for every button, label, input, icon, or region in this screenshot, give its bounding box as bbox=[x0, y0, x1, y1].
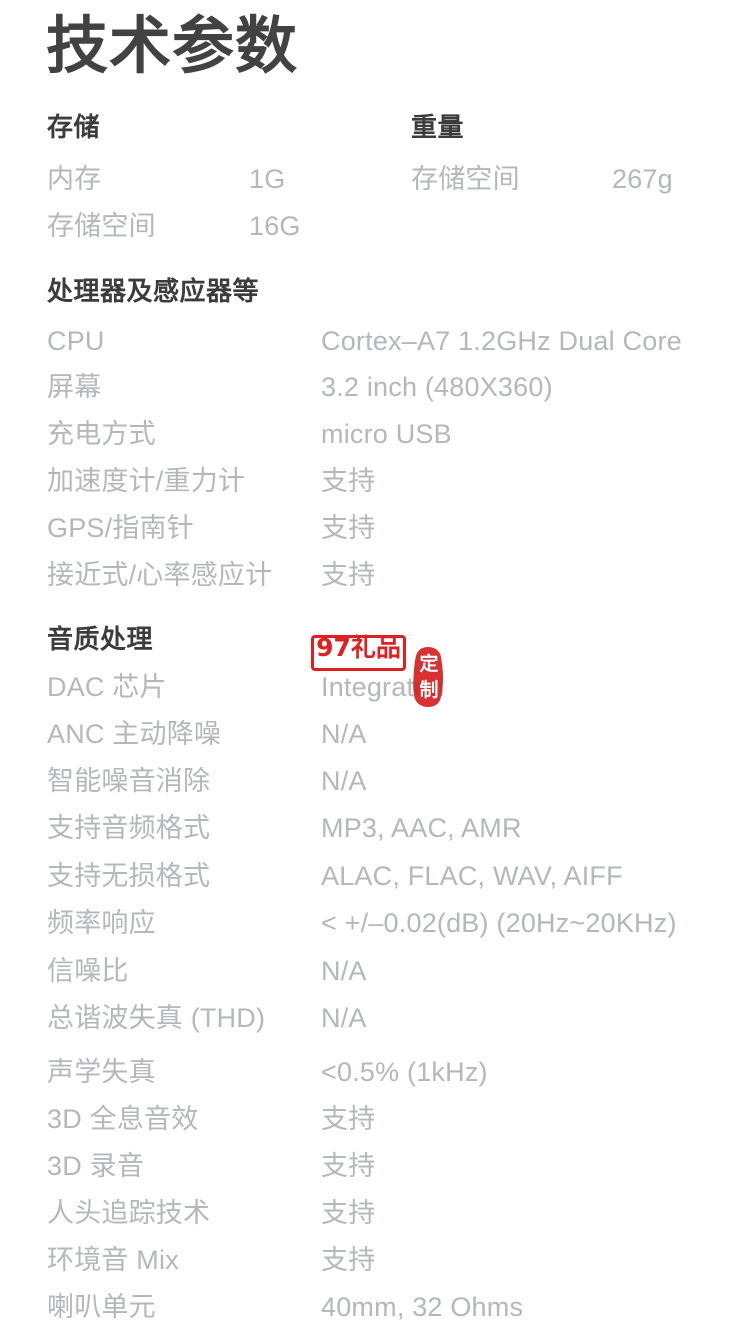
spec-value: 支持 bbox=[321, 513, 376, 543]
section-header-processor: 处理器及感应器等 bbox=[47, 276, 260, 306]
section-header-storage: 存储 bbox=[47, 112, 101, 142]
spec-value: Integrated bbox=[321, 672, 445, 702]
spec-row: 声学失真 <0.5% (1kHz) bbox=[0, 1049, 750, 1096]
spec-value: 267g bbox=[612, 164, 673, 194]
spec-row: DAC 芯片 Integrated bbox=[0, 664, 750, 711]
spec-row: 频率响应 < +/–0.02(dB) (20Hz~20KHz) bbox=[0, 900, 750, 947]
spec-row: 3D 全息音效 支持 bbox=[0, 1096, 750, 1143]
spec-label: 存储空间 bbox=[411, 164, 520, 194]
spec-label: 信噪比 bbox=[47, 956, 129, 986]
spec-value: N/A bbox=[321, 956, 367, 986]
spec-sheet-page: 技术参数 存储 内存 1G 存储空间 16G 重量 存储空间 267g 处理器及… bbox=[0, 0, 750, 1329]
spec-value: N/A bbox=[321, 766, 367, 796]
spec-row: 环境音 Mix 支持 bbox=[0, 1237, 750, 1284]
spec-label: GPS/指南针 bbox=[47, 513, 194, 543]
spec-label: 支持无损格式 bbox=[47, 861, 211, 891]
page-title: 技术参数 bbox=[46, 12, 299, 81]
spec-value: <0.5% (1kHz) bbox=[321, 1057, 488, 1087]
spec-row: 存储空间 16G bbox=[0, 203, 750, 250]
spec-value: 3.2 inch (480X360) bbox=[321, 372, 553, 402]
spec-label: 喇叭单元 bbox=[47, 1292, 156, 1322]
spec-label: 人头追踪技术 bbox=[47, 1198, 211, 1228]
spec-value: MP3, AAC, AMR bbox=[321, 813, 522, 843]
spec-row: 3D 录音 支持 bbox=[0, 1143, 750, 1190]
spec-label: 声学失真 bbox=[47, 1057, 156, 1087]
spec-label: DAC 芯片 bbox=[47, 672, 167, 702]
spec-value: 支持 bbox=[321, 1151, 376, 1181]
spec-label: 充电方式 bbox=[47, 419, 156, 449]
spec-label: 3D 录音 bbox=[47, 1151, 145, 1181]
section-header-audio: 音质处理 bbox=[47, 624, 154, 654]
spec-label: 存储空间 bbox=[47, 211, 156, 241]
spec-label: 3D 全息音效 bbox=[47, 1104, 199, 1134]
spec-label: CPU bbox=[47, 326, 105, 356]
spec-value: micro USB bbox=[321, 419, 452, 449]
watermark-brand-text: 97礼品 bbox=[316, 633, 401, 662]
spec-value: 16G bbox=[249, 211, 301, 241]
spec-row: 总谐波失真 (THD) N/A bbox=[0, 995, 750, 1042]
spec-label: 智能噪音消除 bbox=[47, 766, 211, 796]
spec-row: 喇叭单元 40mm, 32 Ohms bbox=[0, 1284, 750, 1331]
spec-label: 屏幕 bbox=[47, 372, 102, 402]
spec-row: 支持音频格式 MP3, AAC, AMR bbox=[0, 805, 750, 852]
spec-label: 环境音 Mix bbox=[47, 1245, 179, 1275]
spec-value: 支持 bbox=[321, 1104, 376, 1134]
spec-label: 总谐波失真 (THD) bbox=[47, 1003, 266, 1033]
spec-row: ANC 主动降噪 N/A bbox=[0, 711, 750, 758]
spec-value: < +/–0.02(dB) (20Hz~20KHz) bbox=[321, 908, 677, 938]
spec-value: Cortex–A7 1.2GHz Dual Core bbox=[321, 326, 682, 356]
spec-value: N/A bbox=[321, 1003, 367, 1033]
spec-label: 加速度计/重力计 bbox=[47, 466, 246, 496]
spec-value: ALAC, FLAC, WAV, AIFF bbox=[321, 861, 623, 891]
spec-row: 加速度计/重力计 支持 bbox=[0, 458, 750, 505]
spec-label: 支持音频格式 bbox=[47, 813, 211, 843]
spec-row: 充电方式 micro USB bbox=[0, 411, 750, 458]
spec-label: 接近式/心率感应计 bbox=[47, 560, 273, 590]
spec-value: 40mm, 32 Ohms bbox=[321, 1292, 524, 1322]
spec-value: 支持 bbox=[321, 1198, 376, 1228]
spec-row: 接近式/心率感应计 支持 bbox=[0, 552, 750, 599]
spec-row: 存储空间 267g bbox=[0, 156, 750, 203]
spec-row: CPU Cortex–A7 1.2GHz Dual Core bbox=[0, 318, 750, 365]
spec-label: 频率响应 bbox=[47, 908, 156, 938]
spec-row: GPS/指南针 支持 bbox=[0, 505, 750, 552]
spec-row: 屏幕 3.2 inch (480X360) bbox=[0, 364, 750, 411]
spec-row: 智能噪音消除 N/A bbox=[0, 758, 750, 805]
spec-value: 支持 bbox=[321, 560, 376, 590]
spec-row: 人头追踪技术 支持 bbox=[0, 1190, 750, 1237]
spec-value: 支持 bbox=[321, 1245, 376, 1275]
spec-value: 支持 bbox=[321, 466, 376, 496]
section-header-weight: 重量 bbox=[411, 112, 465, 142]
spec-label: ANC 主动降噪 bbox=[47, 719, 222, 749]
spec-row: 信噪比 N/A bbox=[0, 948, 750, 995]
spec-row: 支持无损格式 ALAC, FLAC, WAV, AIFF bbox=[0, 853, 750, 900]
spec-value: N/A bbox=[321, 719, 367, 749]
